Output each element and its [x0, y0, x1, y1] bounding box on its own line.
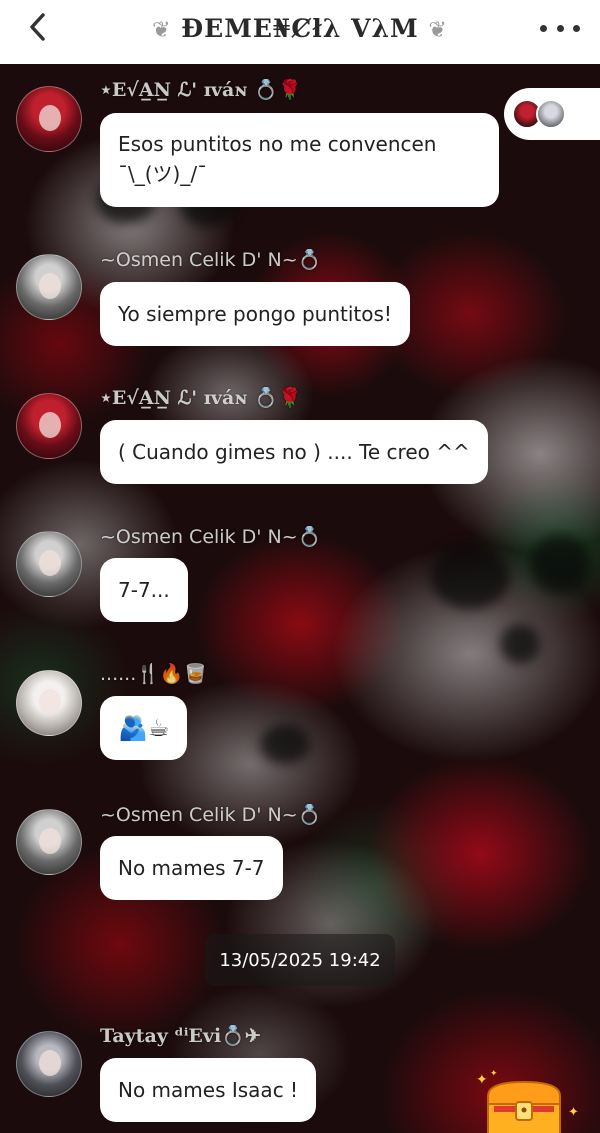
sender-avatar[interactable]	[16, 531, 82, 597]
skull-shadow	[260, 724, 310, 764]
chat-title[interactable]: ❦ ÐEME₦Ȼłλ VλM ❦	[0, 14, 600, 43]
sender-name[interactable]: ⋆E√A̲N̲ ℒ' ɪváɴ 💍🌹	[100, 78, 302, 101]
sender-name[interactable]: ⋆E√A̲N̲ ℒ' ɪváɴ 💍🌹	[100, 386, 302, 409]
date-separator: 13/05/2025 19:42	[205, 934, 395, 986]
sender-name[interactable]: ~Osmen Celik D' N~💍	[100, 525, 321, 548]
treasure-chest-icon[interactable]: ✦ ✦ ✦	[474, 1070, 584, 1133]
sender-name[interactable]: ......🍴🔥🥃	[100, 662, 207, 685]
message-bubble[interactable]: 🫂☕	[100, 696, 188, 760]
message-bubble[interactable]: No mames 7-7	[100, 836, 283, 900]
message-bubble[interactable]: Yo siempre pongo puntitos!	[100, 282, 410, 346]
svg-text:✦: ✦	[490, 1070, 498, 1079]
skull-shadow	[500, 624, 540, 664]
feather-right-icon: ❦	[428, 18, 448, 43]
sender-avatar[interactable]	[16, 670, 82, 736]
group-members-avatars[interactable]	[504, 88, 600, 140]
message-bubble[interactable]: No mames Isaac !	[100, 1058, 317, 1122]
sender-avatar[interactable]	[16, 393, 82, 459]
chat-header: ❦ ÐEME₦Ȼłλ VλM ❦	[0, 0, 600, 64]
chat-background: ⋆E√A̲N̲ ℒ' ɪváɴ 💍🌹 Esos puntitos no me c…	[0, 64, 600, 1133]
svg-text:✦: ✦	[476, 1072, 488, 1088]
message-bubble[interactable]: 7-7...	[100, 558, 188, 622]
svg-text:✦: ✦	[568, 1105, 579, 1120]
skull-shadow	[530, 534, 590, 594]
sender-name[interactable]: Taytay ᵈⁱEvi💍✈	[100, 1024, 261, 1047]
message-bubble[interactable]: Esos puntitos no me convencen ¯\_(ツ)_/¯	[100, 113, 499, 207]
message-bubble[interactable]: ( Cuando gimes no ) .... Te creo ^^	[100, 420, 488, 484]
sender-avatar[interactable]	[16, 86, 82, 152]
member-avatar	[536, 99, 566, 129]
skull-shadow	[430, 544, 510, 609]
sender-name[interactable]: ~Osmen Celik D' N~💍	[100, 803, 321, 826]
sender-avatar[interactable]	[16, 809, 82, 875]
sender-avatar[interactable]	[16, 254, 82, 320]
feather-left-icon: ❦	[152, 18, 172, 43]
sender-avatar[interactable]	[16, 1031, 82, 1097]
sender-name[interactable]: ~Osmen Celik D' N~💍	[100, 248, 321, 271]
more-dots-icon[interactable]	[540, 16, 580, 40]
